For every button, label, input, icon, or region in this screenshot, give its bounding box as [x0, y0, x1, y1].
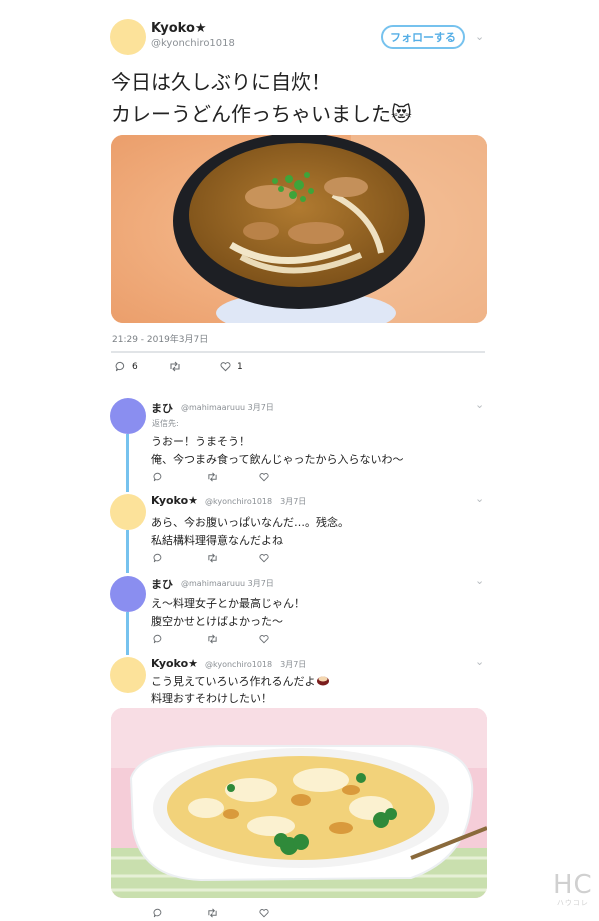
reply-icon	[153, 908, 162, 918]
user-handle[interactable]: @kyonchiro1018	[151, 38, 235, 49]
retweet-action[interactable]	[207, 472, 218, 482]
reply-action[interactable]: 6	[115, 361, 138, 372]
reply-action[interactable]	[153, 472, 163, 482]
avatar[interactable]	[110, 19, 146, 55]
retweet-icon	[208, 553, 217, 563]
gyoza-icon	[317, 676, 330, 686]
heart-icon	[259, 909, 269, 918]
like-action[interactable]: 1	[220, 361, 243, 372]
avatar[interactable]	[110, 657, 146, 693]
reply-action[interactable]	[153, 634, 163, 644]
thread-line	[126, 612, 129, 655]
chevron-down-icon[interactable]: ⌄	[475, 655, 484, 668]
like-action[interactable]	[259, 553, 269, 563]
reply-photo-gratin[interactable]	[111, 708, 487, 898]
like-count: 1	[237, 361, 243, 372]
user-handle[interactable]: @mahimaaruuu 3月7日	[181, 578, 274, 589]
user-handle[interactable]: @kyonchiro1018 3月7日	[205, 659, 306, 670]
user-handle[interactable]: @kyonchiro1018 3月7日	[205, 496, 306, 507]
reply-text-line2: 俺、今つまみ食って飲んじゃったから入らないわ〜	[151, 453, 404, 466]
heart-icon	[259, 635, 269, 644]
reply-icon	[153, 634, 162, 644]
retweet-icon	[208, 472, 217, 482]
like-action[interactable]	[259, 908, 269, 918]
avatar[interactable]	[110, 398, 146, 434]
emoji-icon: 😻	[391, 102, 412, 126]
tweet-text-line2-text: カレーうどん作っちゃいました	[111, 102, 391, 126]
reply-count: 6	[132, 361, 138, 372]
reply-text-line2: 私結構料理得意なんだよね	[151, 534, 283, 547]
tweet-timestamp[interactable]: 21:29 - 2019年3月7日	[112, 332, 208, 345]
reply-text-line1: え〜料理女子とか最高じゃん！	[151, 597, 305, 610]
user-name[interactable]: まひ	[151, 400, 173, 416]
user-name[interactable]: Kyoko★	[151, 494, 198, 507]
retweet-action[interactable]	[207, 634, 218, 644]
like-action[interactable]	[259, 472, 269, 482]
chevron-down-icon[interactable]: ⌄	[475, 492, 484, 505]
follow-button[interactable]: フォローする	[381, 25, 465, 49]
user-handle[interactable]: @mahimaaruuu 3月7日	[181, 402, 274, 413]
heart-icon	[259, 554, 269, 563]
curry-udon-image	[111, 135, 487, 323]
watermark-logo: HC ハウコレ	[553, 872, 593, 908]
like-action[interactable]	[259, 634, 269, 644]
retweet-icon	[170, 361, 180, 372]
avatar[interactable]	[110, 494, 146, 530]
chevron-down-icon[interactable]: ⌄	[475, 574, 484, 587]
reply-icon	[115, 361, 125, 372]
reply-text-line1-text: こう見えていろいろ作れるんだよ	[151, 675, 316, 688]
reply-text-line1: あら、今お腹いっぱいなんだ…。残念。	[151, 516, 349, 529]
watermark-logo-text: HC	[553, 870, 593, 900]
user-name[interactable]: Kyoko★	[151, 657, 198, 670]
reply-text-line1: こう見えていろいろ作れるんだよ	[151, 673, 330, 689]
divider	[111, 351, 485, 353]
tweet-text-line2: カレーうどん作っちゃいました😻	[111, 98, 412, 127]
reply-action[interactable]	[153, 553, 163, 563]
reply-text-line1: うおー！うまそう！	[151, 435, 250, 448]
reply-text-line2: 料理おすそわけしたい！	[151, 692, 272, 705]
reply-action[interactable]	[153, 908, 163, 918]
thread-line	[126, 530, 129, 573]
retweet-action[interactable]	[169, 361, 181, 372]
chevron-down-icon[interactable]: ⌄	[475, 30, 484, 43]
avatar[interactable]	[110, 576, 146, 612]
retweet-action[interactable]	[207, 908, 218, 918]
retweet-action[interactable]	[207, 553, 218, 563]
reply-to-label: 返信先:	[152, 419, 179, 428]
tweet-photo-curry-udon[interactable]	[111, 135, 487, 323]
reply-text-line2: 腹空かせとけばよかった〜	[151, 615, 283, 628]
user-name[interactable]: まひ	[151, 576, 173, 592]
retweet-icon	[208, 908, 217, 918]
thread-line	[126, 434, 129, 492]
watermark-subtext: ハウコレ	[556, 899, 589, 907]
reply-icon	[153, 472, 162, 482]
reply-icon	[153, 553, 162, 563]
heart-icon	[259, 473, 269, 482]
heart-icon	[220, 362, 231, 372]
gratin-image	[111, 708, 487, 898]
user-name[interactable]: Kyoko★	[151, 21, 207, 36]
tweet-text-line1: 今日は久しぶりに自炊！	[111, 70, 331, 94]
retweet-icon	[208, 634, 217, 644]
chevron-down-icon[interactable]: ⌄	[475, 398, 484, 411]
